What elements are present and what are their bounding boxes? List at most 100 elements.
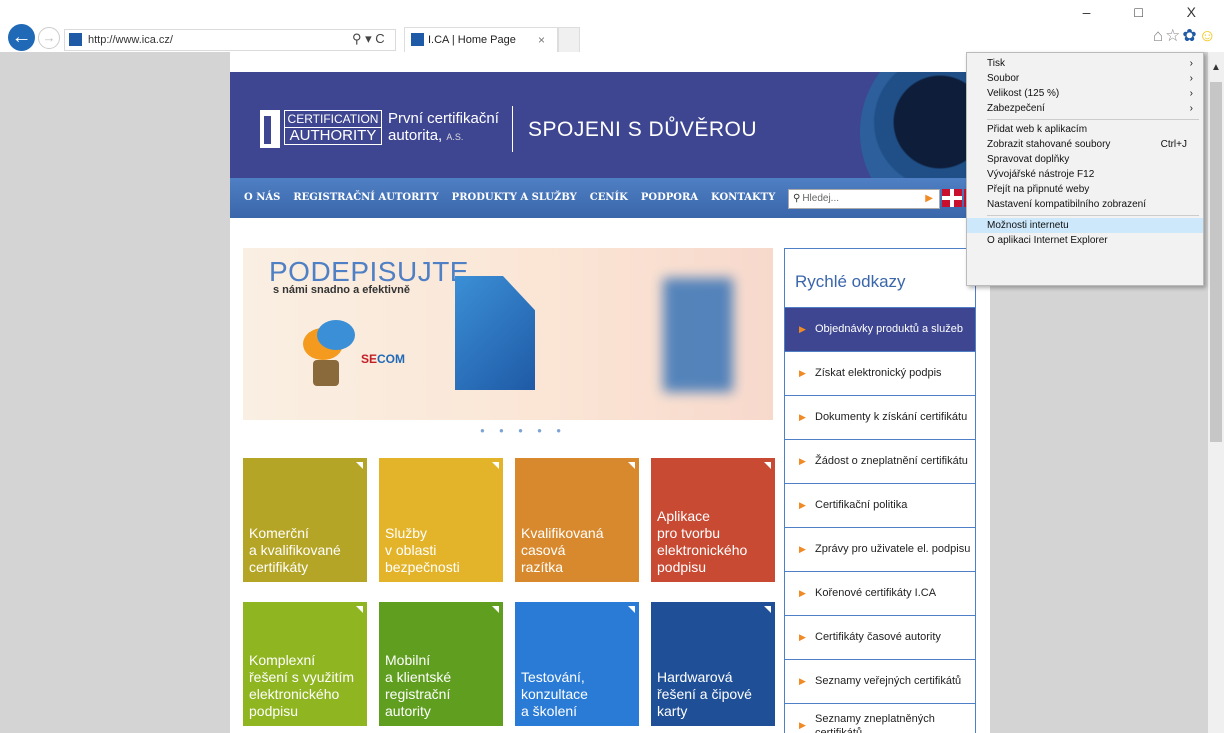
home-icon[interactable]: ⌂ bbox=[1153, 26, 1163, 45]
favorites-star-icon[interactable]: ☆ bbox=[1165, 26, 1180, 45]
smiley-icon[interactable]: ☺ bbox=[1199, 26, 1216, 45]
quick-links-panel: Rychlé odkazy ▶ Objednávky produktů a slu… bbox=[784, 248, 976, 733]
tile-mobilni-autority[interactable]: Mobilní a klientské registrační autority bbox=[379, 602, 503, 726]
browser-chrome: ← → http://www.ica.cz/ ⚲ ▾ C I.CA | Home… bbox=[0, 0, 1224, 53]
new-tab-button[interactable] bbox=[558, 27, 580, 53]
forward-button[interactable]: → bbox=[38, 27, 60, 49]
tile-testovani[interactable]: Testování, konzultace a školení bbox=[515, 602, 639, 726]
chat-bubble-icon bbox=[317, 320, 355, 350]
back-button[interactable]: ← bbox=[8, 24, 35, 51]
slogan: SPOJENI S DŮVĚROU bbox=[528, 118, 758, 141]
company-name-line-1: První certifikační bbox=[388, 110, 499, 127]
tab-home[interactable]: I.CA | Home Page × bbox=[404, 27, 558, 52]
company-name-line-2: autorita, bbox=[388, 127, 447, 144]
nav-item-podpora[interactable]: PODPORA bbox=[641, 192, 698, 203]
site-favicon bbox=[69, 32, 82, 46]
address-bar[interactable]: http://www.ica.cz/ bbox=[64, 29, 396, 51]
gear-icon[interactable]: ✿ bbox=[1182, 26, 1196, 45]
arrow-right-icon: ▶ bbox=[799, 632, 806, 642]
tab-favicon bbox=[411, 32, 424, 46]
quick-link[interactable]: ▶ Dokumenty k získání certifikátu bbox=[785, 396, 975, 440]
menu-item-kompatibilni-zobrazeni[interactable]: Nastavení kompatibilního zobrazení bbox=[967, 197, 1203, 212]
search-placeholder: Hledej... bbox=[802, 193, 840, 204]
nav-item-cenik[interactable]: CENÍK bbox=[590, 192, 628, 203]
close-tab-icon[interactable]: × bbox=[538, 28, 545, 52]
toolbar-icons: ⌂ ☆ ✿ ☺ bbox=[1151, 26, 1216, 46]
search-submit-icon[interactable]: ▶ bbox=[925, 190, 933, 208]
logo-text[interactable]: CERTIFICATION AUTHORITY bbox=[284, 110, 382, 145]
nav-item-registracni-autority[interactable]: REGISTRAČNÍ AUTORITY bbox=[293, 192, 438, 203]
scroll-up-icon[interactable]: ▲ bbox=[1211, 62, 1221, 73]
quick-links-title: Rychlé odkazy bbox=[785, 249, 975, 308]
window-controls[interactable]: – □ X bbox=[1083, 4, 1216, 20]
site-search-input[interactable]: ⚲ Hledej... ▶ bbox=[788, 189, 940, 209]
menu-item-moznosti-internetu[interactable]: Možnosti internetu bbox=[967, 218, 1203, 233]
corner-triangle-icon bbox=[764, 462, 771, 469]
logo-mark[interactable] bbox=[260, 110, 280, 148]
tile-label: Komplexní řešení s využitím elektronické… bbox=[249, 652, 355, 719]
scroll-thumb[interactable] bbox=[1210, 82, 1222, 442]
arrow-right-icon: ▶ bbox=[799, 412, 806, 422]
address-url: http://www.ica.cz/ bbox=[88, 34, 173, 46]
quick-link[interactable]: ▶ Certifikáty časové autority bbox=[785, 616, 975, 660]
quick-link[interactable]: ▶ Zprávy pro uživatele el. podpisu bbox=[785, 528, 975, 572]
website: CERTIFICATION AUTHORITY První certifikač… bbox=[230, 52, 990, 733]
menu-item-pripnute-weby[interactable]: Přejít na připnuté weby bbox=[967, 182, 1203, 197]
tile-hardwarova-reseni[interactable]: Hardwarová řešení a čipové karty bbox=[651, 602, 775, 726]
nav-items: O NÁS REGISTRAČNÍ AUTORITY PRODUKTY A SLUŽ… bbox=[244, 178, 788, 218]
carousel-dots[interactable]: ● ● ● ● ● bbox=[480, 426, 567, 435]
tile-komercni-certifikaty[interactable]: Komerční a kvalifikované certifikáty bbox=[243, 458, 367, 582]
quick-link[interactable]: ▶ Certifikační politika bbox=[785, 484, 975, 528]
corner-triangle-icon bbox=[356, 606, 363, 613]
nav-item-kontakty[interactable]: KONTAKTY bbox=[711, 192, 775, 203]
tile-aplikace-podpisu[interactable]: Aplikace pro tvorbu elektronického podpi… bbox=[651, 458, 775, 582]
tile-label: Kvalifikovaná casová razítka bbox=[521, 525, 604, 575]
tile-label: Služby v oblasti bezpečnosti bbox=[385, 525, 460, 575]
document-icon-blurred bbox=[663, 278, 733, 392]
quick-link[interactable]: ▶ Seznamy veřejných certifikátů bbox=[785, 660, 975, 704]
secom-logo: SECOM bbox=[361, 352, 406, 366]
menu-item-velikost[interactable]: Velikost (125 %) › bbox=[967, 86, 1203, 101]
menu-item-pridat-web[interactable]: Přidat web k aplikacím bbox=[967, 122, 1203, 137]
banner-subtitle: s námi snadno a efektivně bbox=[273, 284, 410, 296]
vertical-scrollbar[interactable]: ▲ bbox=[1208, 52, 1224, 733]
promo-banner[interactable]: PODEPISUJTE s námi snadno a efektivně SE… bbox=[243, 248, 773, 420]
logo-line-1: CERTIFICATION bbox=[287, 112, 379, 126]
menu-item-tisk[interactable]: Tisk › bbox=[967, 56, 1203, 71]
arrow-right-icon: ▶ bbox=[799, 720, 806, 730]
chevron-right-icon: › bbox=[1189, 73, 1193, 84]
tile-casova-razitka[interactable]: Kvalifikovaná casová razítka bbox=[515, 458, 639, 582]
chevron-right-icon: › bbox=[1189, 103, 1193, 114]
english-flag-icon[interactable] bbox=[942, 189, 962, 207]
nav-item-o-nas[interactable]: O NÁS bbox=[244, 192, 280, 203]
menu-item-doplnky[interactable]: Spravovat doplňky bbox=[967, 152, 1203, 167]
quick-link[interactable]: ▶ Kořenové certifikáty I.CA bbox=[785, 572, 975, 616]
quick-link[interactable]: ▶ Žádost o zneplatnění certifikátu bbox=[785, 440, 975, 484]
header-divider bbox=[512, 106, 513, 152]
menu-item-soubor[interactable]: Soubor › bbox=[967, 71, 1203, 86]
tile-sluzby-bezpecnosti[interactable]: Služby v oblasti bezpečnosti bbox=[379, 458, 503, 582]
menu-item-stahovane-soubory[interactable]: Zobrazit stahované soubory Ctrl+J bbox=[967, 137, 1203, 152]
quick-link[interactable]: ▶ Získat elektronický podpis bbox=[785, 352, 975, 396]
quick-link[interactable]: ▶ Objednávky produktů a služeb bbox=[785, 308, 975, 352]
padlock-icon bbox=[313, 360, 339, 386]
menu-item-o-aplikaci[interactable]: O aplikaci Internet Explorer bbox=[967, 233, 1203, 248]
tile-label: Hardwarová řešení a čipové karty bbox=[657, 669, 752, 719]
menu-item-zabezpeceni[interactable]: Zabezpečení › bbox=[967, 101, 1203, 116]
search-refresh-icons[interactable]: ⚲ ▾ C bbox=[352, 29, 385, 49]
company-name: První certifikační autorita, A.S. bbox=[388, 110, 499, 146]
quick-link[interactable]: ▶ Seznamy zneplatněných certifikátů bbox=[785, 704, 975, 733]
arrow-right-icon: ▶ bbox=[799, 676, 806, 686]
chevron-right-icon: › bbox=[1189, 88, 1193, 99]
tile-komplexni-reseni[interactable]: Komplexní řešení s využitím elektronické… bbox=[243, 602, 367, 726]
menu-separator bbox=[987, 119, 1199, 120]
corner-triangle-icon bbox=[628, 462, 635, 469]
search-icon: ⚲ bbox=[793, 193, 801, 204]
arrow-right-icon: ▶ bbox=[799, 368, 806, 378]
nav-item-produkty[interactable]: PRODUKTY A SLUŽBY bbox=[452, 192, 577, 203]
menu-item-vyvojarske-nastroje[interactable]: Vývojářské nástroje F12 bbox=[967, 167, 1203, 182]
site-header: CERTIFICATION AUTHORITY První certifikač… bbox=[230, 72, 990, 178]
tab-title: I.CA | Home Page bbox=[428, 34, 516, 46]
shortcut-label: Ctrl+J bbox=[1160, 139, 1187, 150]
document-icon bbox=[455, 276, 535, 390]
